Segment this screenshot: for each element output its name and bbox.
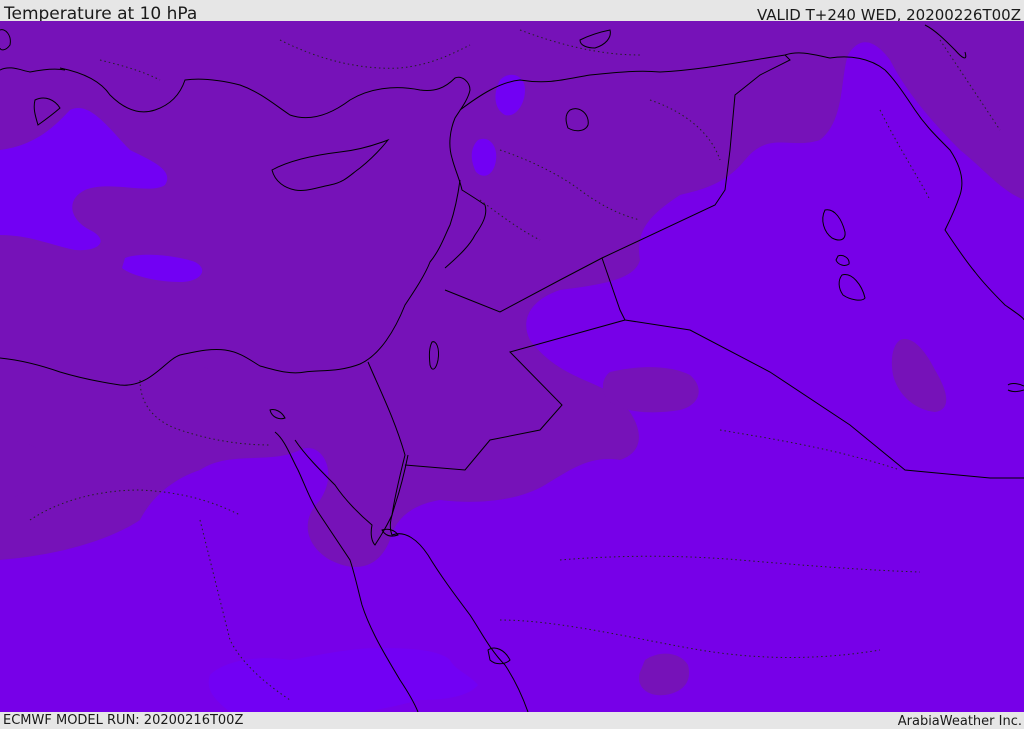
- forecast-map-page: Temperature at 10 hPa VALID T+240 WED, 2…: [0, 0, 1024, 729]
- header-bar: Temperature at 10 hPa VALID T+240 WED, 2…: [0, 0, 1024, 24]
- cool-patch-lebanon: [471, 138, 497, 176]
- footer-bar: ECMWF MODEL RUN: 20200216T00Z ArabiaWeat…: [0, 712, 1024, 729]
- warm-pocket-iraq: [602, 367, 699, 413]
- temperature-map[interactable]: [0, 21, 1024, 712]
- model-run-label: ECMWF MODEL RUN: 20200216T00Z: [3, 713, 244, 728]
- credit-label: ArabiaWeather Inc.: [897, 714, 1022, 729]
- map-canvas: [0, 21, 1024, 712]
